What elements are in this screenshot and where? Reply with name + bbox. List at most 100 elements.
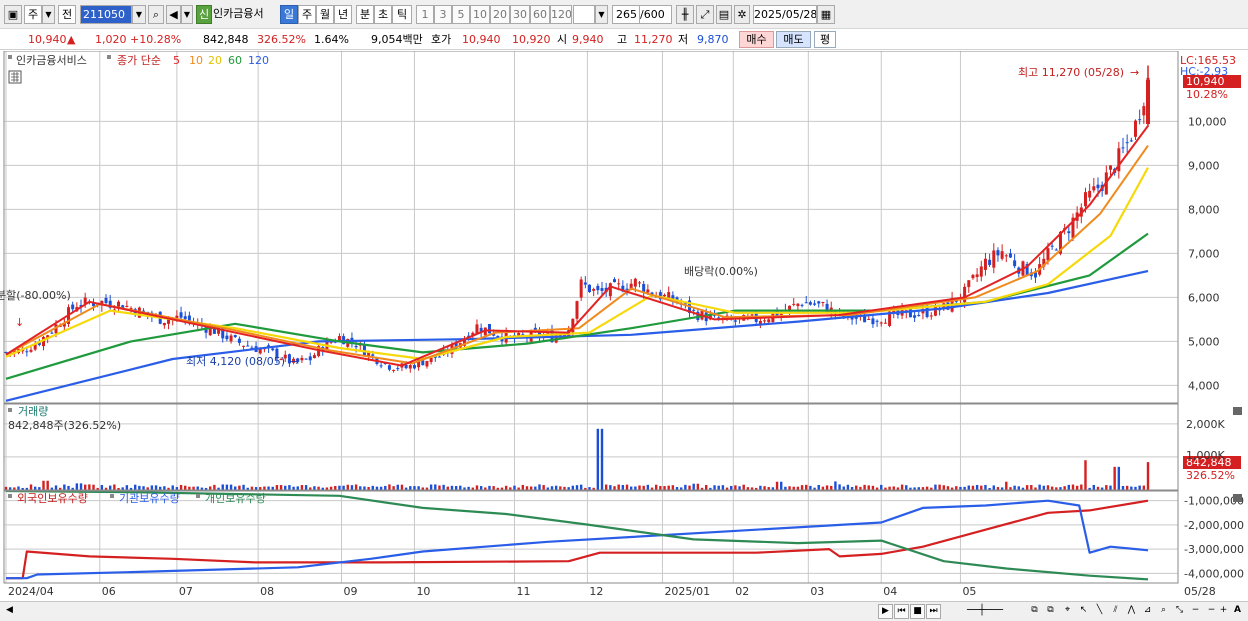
- volume-bar: [692, 483, 695, 490]
- chart-ratio-icon[interactable]: ⤡: [1172, 604, 1187, 619]
- period-week-button[interactable]: 주: [298, 5, 316, 24]
- chevron-down-icon[interactable]: ▼: [42, 5, 55, 24]
- trendline-icon[interactable]: ╲: [1092, 604, 1107, 619]
- gear-icon[interactable]: ✲: [734, 5, 750, 24]
- calendar-icon[interactable]: ▦: [817, 5, 835, 24]
- cursor-icon[interactable]: ↖: [1076, 604, 1091, 619]
- interval-3-button[interactable]: 3: [434, 5, 452, 24]
- volume-bar: [550, 486, 554, 490]
- date-input[interactable]: 2025/05/28: [753, 5, 817, 24]
- period-tick-button[interactable]: 틱: [392, 5, 412, 24]
- period-day-button[interactable]: 일: [280, 5, 298, 24]
- low-label: 저: [678, 33, 689, 46]
- code-dropdown-icon[interactable]: ▼: [132, 5, 146, 24]
- price-y-tick: 4,000: [1188, 379, 1220, 392]
- candle-body: [412, 365, 416, 369]
- candle-body: [975, 274, 979, 277]
- interval-10-button[interactable]: 10: [470, 5, 490, 24]
- period-minute-button[interactable]: 분: [356, 5, 374, 24]
- volume-bar: [196, 486, 199, 490]
- candle-body: [813, 303, 817, 305]
- speaker-icon[interactable]: ◀: [166, 5, 181, 24]
- interval-20-button[interactable]: 20: [490, 5, 510, 24]
- volume-bar: [150, 485, 154, 490]
- zigzag-icon[interactable]: ⋀: [1124, 604, 1139, 619]
- volume-bar: [346, 484, 349, 490]
- layout-icon[interactable]: ▣: [4, 5, 22, 24]
- volume-bar: [1109, 485, 1112, 490]
- copy-icon-2[interactable]: ⧉: [1043, 604, 1058, 619]
- volume-bar: [634, 486, 637, 490]
- candle-body: [1092, 186, 1096, 191]
- interval-5-button[interactable]: 5: [452, 5, 470, 24]
- zoom-slider[interactable]: ──┼───: [948, 604, 1022, 619]
- search-zoom-icon[interactable]: ⌕: [1156, 604, 1171, 619]
- scroll-left-icon[interactable]: ◀: [2, 604, 17, 619]
- volume-bar: [742, 484, 745, 490]
- crosshair-icon[interactable]: ⌖: [1060, 604, 1075, 619]
- candle-body: [596, 285, 600, 291]
- avg-button[interactable]: 평: [814, 31, 836, 48]
- buy-button[interactable]: 매수: [739, 31, 774, 48]
- candle-body: [967, 280, 971, 288]
- zoom-out-icon[interactable]: −: [1188, 604, 1203, 619]
- panel-close-icon[interactable]: [1233, 407, 1242, 415]
- interval-dropdown-icon[interactable]: ▼: [595, 5, 608, 24]
- stop-icon[interactable]: ■: [910, 604, 925, 619]
- candle-body: [425, 360, 429, 367]
- interval-1-button[interactable]: 1: [416, 5, 434, 24]
- volume-value: 842,848: [203, 33, 249, 46]
- search-icon[interactable]: ⌕: [148, 5, 164, 24]
- candle-body: [1108, 165, 1112, 170]
- candle-body: [879, 322, 883, 324]
- x-tick-label: 12: [589, 585, 603, 598]
- x-tick-label: 2025/01: [664, 585, 710, 598]
- scroll-first-icon[interactable]: ⏮: [894, 604, 909, 619]
- period-year-button[interactable]: 년: [334, 5, 352, 24]
- candle-body: [225, 335, 229, 340]
- volume-bar: [1046, 485, 1050, 490]
- count-input[interactable]: 265: [612, 5, 640, 24]
- volume-bar: [171, 485, 174, 490]
- low-arrow-icon: →: [290, 355, 299, 368]
- font-size-icon[interactable]: A: [1230, 604, 1245, 619]
- interval-120-button[interactable]: 120: [550, 5, 572, 24]
- period-second-button[interactable]: 초: [374, 5, 392, 24]
- candle-body: [971, 274, 975, 279]
- volume-bar: [659, 486, 662, 490]
- interval-30-button[interactable]: 30: [510, 5, 530, 24]
- candle-body: [1088, 190, 1092, 198]
- market-select[interactable]: 주: [24, 5, 42, 24]
- candle-body: [487, 324, 491, 334]
- candle-icon[interactable]: ╫: [676, 5, 694, 24]
- volume-bar: [638, 485, 641, 490]
- volume-bar: [696, 483, 700, 490]
- speaker-dropdown-icon[interactable]: ▼: [181, 5, 193, 24]
- chart-canvas[interactable]: 2024/04 06 07 08 09 10 11 12 2025/01 02 03 04 05 05/2…: [0, 51, 1248, 601]
- sell-button[interactable]: 매도: [776, 31, 811, 48]
- holding-y-tick: -2,000,000: [1184, 519, 1244, 532]
- high-price: 11,270: [634, 33, 673, 46]
- interval-custom-input[interactable]: [573, 5, 595, 24]
- zoom-in-icon[interactable]: +: [1216, 604, 1231, 619]
- ruler-icon[interactable]: ⊿: [1140, 604, 1155, 619]
- chart-tool-icon[interactable]: ⤢: [696, 5, 714, 24]
- scroll-last-icon[interactable]: ⏭: [926, 604, 941, 619]
- volume-bar: [225, 484, 229, 490]
- volume-bar: [575, 485, 579, 490]
- channel-icon[interactable]: ⫽: [1108, 604, 1123, 619]
- copy-icon[interactable]: ⧉: [1027, 604, 1042, 619]
- volume-bar: [284, 485, 287, 490]
- volume-bar: [1067, 484, 1071, 490]
- prev-button[interactable]: 전: [58, 5, 76, 24]
- period-month-button[interactable]: 월: [316, 5, 334, 24]
- interval-60-button[interactable]: 60: [530, 5, 550, 24]
- volume-bar: [925, 486, 929, 490]
- save-icon[interactable]: ▤: [716, 5, 732, 24]
- scroll-right-icon[interactable]: ▶: [878, 604, 893, 619]
- stock-code-input[interactable]: 211050: [80, 5, 132, 24]
- candle-body: [104, 297, 108, 304]
- candle-body: [475, 324, 479, 334]
- candle-body: [996, 250, 1000, 256]
- panel-close-icon[interactable]: [1233, 494, 1242, 502]
